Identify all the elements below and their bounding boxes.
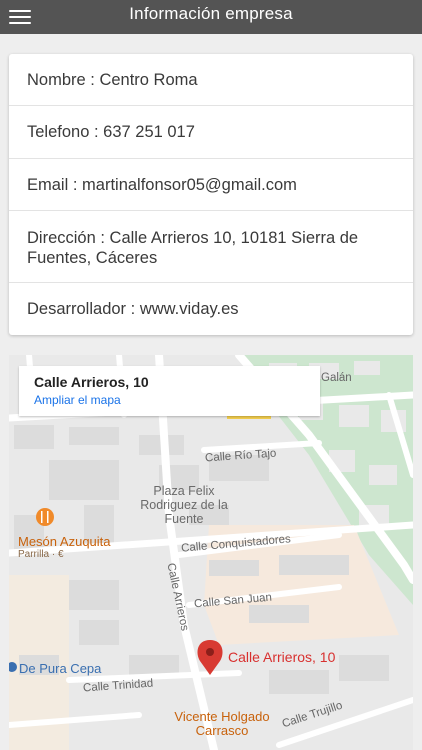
info-separator: : (85, 71, 100, 89)
info-label: Telefono (27, 123, 90, 141)
info-row-email[interactable]: Email : martinalfonsor05@gmail.com (9, 159, 413, 211)
info-value: Centro Roma (99, 71, 198, 89)
place-label[interactable]: Vicente Holgado Carrasco (157, 710, 287, 738)
info-label: Desarrollador (27, 300, 127, 318)
location-map[interactable]: Calle Río Tajo Calle Conquistadores Call… (9, 355, 413, 750)
enlarge-map-link[interactable]: Ampliar el mapa (34, 393, 121, 407)
pin-label: Calle Arrieros, 10 (228, 649, 336, 665)
info-separator: : (68, 176, 83, 194)
street-label: Galán (321, 372, 352, 384)
info-separator: : (95, 229, 110, 247)
restaurant-sublabel: Parrilla · € (18, 549, 64, 560)
info-row-name: Nombre : Centro Roma (9, 54, 413, 106)
place-label: Plaza Felix Rodriguez de la Fuente (140, 484, 228, 526)
info-label: Dirección (27, 229, 96, 247)
developer-link[interactable]: www.viday.es (140, 300, 239, 318)
place-label[interactable]: De Pura Cepa (19, 661, 101, 676)
app-header: Información empresa (0, 0, 422, 34)
info-separator: : (126, 300, 140, 318)
info-row-address: Dirección : Calle Arrieros 10, 10181 Sie… (9, 211, 413, 283)
map-info-window: Calle Arrieros, 10 Ampliar el mapa (19, 366, 320, 416)
page-title: Información empresa (129, 4, 293, 23)
info-label: Email (27, 176, 69, 194)
info-separator: : (89, 123, 104, 141)
phone-link[interactable]: 637 251 017 (103, 123, 195, 141)
email-link[interactable]: martinalfonsor05@gmail.com (82, 176, 297, 194)
info-row-phone[interactable]: Telefono : 637 251 017 (9, 106, 413, 159)
restaurant-label[interactable]: Mesón Azuquita (18, 534, 111, 549)
restaurant-icon (36, 508, 54, 526)
map-info-title: Calle Arrieros, 10 (34, 374, 149, 390)
info-label: Nombre (27, 71, 86, 89)
company-info-card: Nombre : Centro Roma Telefono : 637 251 … (9, 54, 413, 335)
info-row-developer[interactable]: Desarrollador : www.viday.es (9, 283, 413, 335)
